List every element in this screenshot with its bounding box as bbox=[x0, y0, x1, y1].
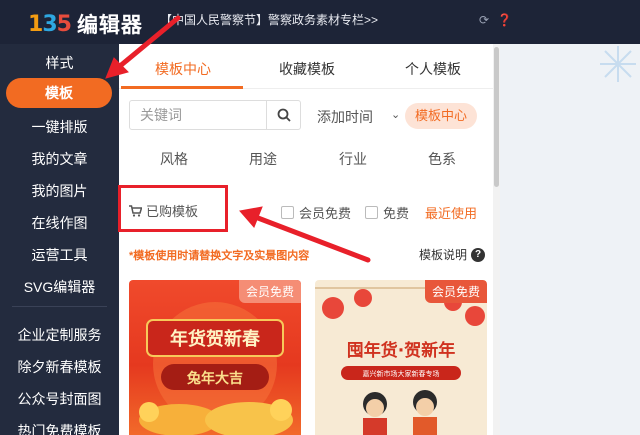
card-title: 囤年货·贺新年 bbox=[347, 340, 455, 361]
filter-color[interactable]: 色系 bbox=[428, 149, 456, 169]
sidebar-item-my-images[interactable]: 我的图片 bbox=[0, 181, 119, 201]
filter-usage[interactable]: 用途 bbox=[249, 149, 277, 169]
sidebar-item-one-click-layout[interactable]: 一键排版 bbox=[0, 117, 119, 137]
recent-used-link[interactable]: 最近使用 bbox=[425, 203, 477, 222]
search-icon bbox=[277, 108, 291, 122]
card-thumbnail-new-year-shopping: 囤年货·贺新年 嘉兴新市场大家新春专场 bbox=[315, 287, 487, 435]
sidebar-item-template[interactable]: 模板 bbox=[6, 78, 112, 108]
card-subtitle: 兔年大吉 bbox=[186, 370, 243, 387]
annotation-highlight-box bbox=[118, 185, 228, 232]
template-card[interactable]: 囤年货·贺新年 嘉兴新市场大家新春专场 会员免费 bbox=[315, 280, 487, 435]
card-title: 年货贺新春 bbox=[170, 328, 261, 350]
sidebar-item-svg-editor[interactable]: SVG编辑器 bbox=[0, 277, 119, 297]
help-icon[interactable]: ❓ bbox=[497, 13, 512, 27]
sidebar-divider bbox=[12, 306, 107, 307]
template-help-label: 模板说明 bbox=[419, 248, 468, 262]
sidebar-item-my-articles[interactable]: 我的文章 bbox=[0, 149, 119, 169]
search-box bbox=[129, 100, 301, 130]
logo-mark-icon: 135 bbox=[28, 11, 72, 37]
sidebar-item-enterprise[interactable]: 企业定制服务 bbox=[0, 325, 119, 345]
top-icons: ⟳ ❓ bbox=[479, 13, 512, 27]
checkbox[interactable] bbox=[365, 206, 378, 219]
tab-bar: 模板中心 收藏模板 个人模板 bbox=[119, 44, 500, 89]
sidebar-item-ops-tools[interactable]: 运营工具 bbox=[0, 245, 119, 265]
filter-industry[interactable]: 行业 bbox=[339, 149, 367, 169]
sidebar-item-new-year-eve[interactable]: 除夕新春模板 bbox=[0, 357, 119, 377]
sidebar-item-online-drawing[interactable]: 在线作图 bbox=[0, 213, 119, 233]
top-bar: 135 编辑器 【中国人民警察节】警察政务素材专栏>> ⟳ ❓ bbox=[0, 0, 640, 44]
sidebar: 样式 模板 一键排版 我的文章 我的图片 在线作图 运营工具 SVG编辑器 企业… bbox=[0, 44, 119, 435]
snowflake-icon bbox=[600, 46, 636, 82]
free-label: 免费 bbox=[383, 206, 410, 221]
refresh-icon[interactable]: ⟳ bbox=[479, 13, 489, 27]
logo-text: 编辑器 bbox=[76, 14, 143, 37]
tab-underline bbox=[121, 86, 243, 89]
free-checkbox[interactable]: 免费 bbox=[365, 203, 409, 222]
tab-personal[interactable]: 个人模板 bbox=[405, 59, 461, 79]
card-thumbnail-new-year: 年货贺新春 兔年大吉 bbox=[139, 302, 293, 435]
template-card[interactable]: 年货贺新春 兔年大吉 会员免费 bbox=[129, 280, 301, 435]
logo[interactable]: 135 编辑器 bbox=[28, 9, 143, 39]
card-subtitle: 嘉兴新市场大家新春专场 bbox=[363, 369, 440, 378]
filter-style[interactable]: 风格 bbox=[160, 149, 188, 169]
template-panel: 模板中心 收藏模板 个人模板 添加时间 ⌄ 模板中心 风格 用途 行业 色系 已… bbox=[119, 44, 500, 435]
scrollbar-thumb[interactable] bbox=[494, 47, 499, 187]
member-free-checkbox[interactable]: 会员免费 bbox=[281, 203, 351, 222]
checkbox[interactable] bbox=[281, 206, 294, 219]
tab-favorites[interactable]: 收藏模板 bbox=[279, 59, 335, 79]
template-center-pill[interactable]: 模板中心 bbox=[405, 103, 477, 129]
usage-note: *模板使用时请替换文字及实景图内容 bbox=[129, 250, 310, 262]
search-input[interactable] bbox=[130, 101, 260, 129]
sort-select[interactable]: 添加时间 bbox=[317, 107, 373, 127]
chevron-down-icon[interactable]: ⌄ bbox=[391, 108, 400, 121]
sidebar-item-style[interactable]: 样式 bbox=[0, 53, 119, 73]
question-icon: ? bbox=[471, 247, 486, 262]
notice-link[interactable]: 【中国人民警察节】警察政务素材专栏>> bbox=[160, 11, 378, 28]
member-free-badge: 会员免费 bbox=[424, 280, 487, 303]
member-free-label: 会员免费 bbox=[299, 206, 352, 221]
template-help[interactable]: 模板说明 ? bbox=[419, 246, 486, 263]
sidebar-item-cover-image[interactable]: 公众号封面图 bbox=[0, 389, 119, 409]
member-free-badge: 会员免费 bbox=[238, 280, 301, 303]
tab-template-center[interactable]: 模板中心 bbox=[155, 59, 211, 79]
editor-canvas[interactable] bbox=[500, 44, 640, 435]
sidebar-item-hot-free[interactable]: 热门免费模板 bbox=[0, 421, 119, 435]
search-button[interactable] bbox=[266, 101, 300, 129]
